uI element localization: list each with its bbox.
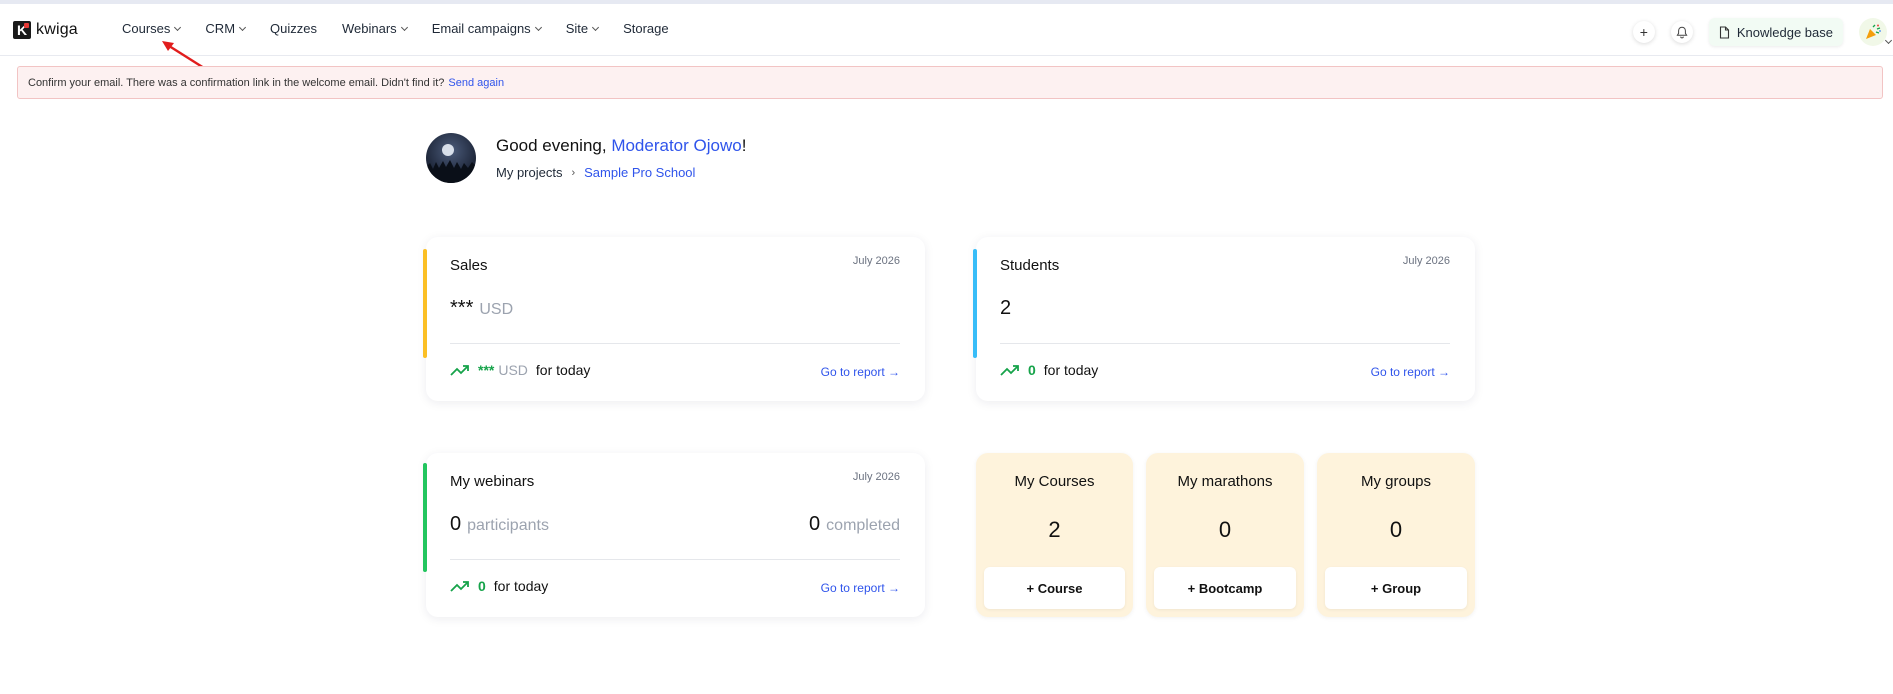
add-button[interactable]: + <box>1632 21 1655 43</box>
webinars-go-to-report-link[interactable]: Go to report → <box>821 581 900 595</box>
knowledge-base-button[interactable]: Knowledge base <box>1708 18 1843 46</box>
sales-date: July 2026 <box>852 255 900 267</box>
main-menu: Courses CRM Quizzes Webinars Email campa… <box>122 21 694 36</box>
webinars-card: My webinars July 2026 0 participants 0 com… <box>423 453 925 617</box>
nav-item-label: Webinars <box>342 21 397 36</box>
greeting-exclaim: ! <box>741 136 747 155</box>
my-groups-tile: My groups 0 + Group <box>1317 453 1475 617</box>
students-title: Students <box>1000 257 1060 274</box>
nav-item-label: Email campaigns <box>431 21 531 36</box>
breadcrumb-my-projects[interactable]: My projects <box>496 165 562 180</box>
webinars-completed-label: completed <box>826 517 900 534</box>
top-navbar: K kwiga Courses CRM Quizzes Webinars Ema… <box>0 4 1893 70</box>
chevron-right-icon: › <box>571 166 576 179</box>
my-marathons-title: My marathons <box>1177 473 1273 490</box>
sales-today: *** USD for today <box>450 362 590 378</box>
sales-currency: USD <box>479 301 514 318</box>
knowledge-base-label: Knowledge base <box>1736 24 1833 40</box>
students-divider <box>1000 343 1450 344</box>
nav-item-courses[interactable]: Courses <box>122 21 182 36</box>
nav-item-label: Courses <box>122 21 171 36</box>
chevron-down-icon <box>592 23 600 31</box>
webinars-participants-value: 0 <box>450 513 462 535</box>
webinars-today: 0 for today <box>450 578 548 594</box>
brand-logo[interactable]: K kwiga <box>13 20 78 40</box>
send-again-link[interactable]: Send again <box>448 77 504 89</box>
nav-item-label: CRM <box>205 21 236 36</box>
add-course-button[interactable]: + Course <box>984 567 1125 609</box>
night-moon-avatar-icon <box>426 133 476 183</box>
greeting-text: Good evening, <box>496 136 612 155</box>
students-date: July 2026 <box>1402 255 1450 267</box>
webinars-completed: 0 completed <box>809 513 900 536</box>
webinars-divider <box>450 559 900 560</box>
nav-item-webinars[interactable]: Webinars <box>342 21 408 36</box>
webinars-accent-bar <box>423 463 427 572</box>
nav-item-storage[interactable]: Storage <box>623 21 669 36</box>
webinars-title: My webinars <box>450 473 535 490</box>
webinars-today-value: 0 <box>478 578 486 594</box>
document-icon <box>1719 25 1729 39</box>
nav-item-crm[interactable]: CRM <box>205 21 247 36</box>
webinars-date: July 2026 <box>852 471 900 483</box>
webinars-completed-value: 0 <box>809 513 821 535</box>
sales-go-to-report-link[interactable]: Go to report → <box>821 365 900 379</box>
sales-today-label: for today <box>535 362 591 378</box>
kwiga-logo-icon: K <box>13 21 31 39</box>
students-value: 2 <box>1000 297 1012 319</box>
add-group-button[interactable]: + Group <box>1325 567 1467 609</box>
students-today-value: 0 <box>1028 362 1036 378</box>
my-groups-title: My groups <box>1360 473 1432 490</box>
nav-item-site[interactable]: Site <box>565 21 600 36</box>
my-courses-title: My Courses <box>1014 473 1095 490</box>
nav-item-email-campaigns[interactable]: Email campaigns <box>431 21 542 36</box>
greeting-line: Good evening, Moderator Ojowo! <box>496 136 746 156</box>
sales-divider <box>450 343 900 344</box>
webinars-participants: 0 participants <box>450 513 549 536</box>
user-name-link[interactable]: Moderator Ojowo <box>611 136 741 155</box>
user-avatar-menu[interactable] <box>1859 18 1887 46</box>
trending-up-icon <box>450 581 469 592</box>
my-courses-count: 2 <box>1048 517 1061 542</box>
nav-item-label: Storage <box>623 21 669 36</box>
sales-today-currency: USD <box>498 362 528 378</box>
webinars-today-label: for today <box>493 578 549 594</box>
add-bootcamp-button[interactable]: + Bootcamp <box>1154 567 1296 609</box>
trending-up-icon <box>450 365 469 376</box>
notifications-button[interactable] <box>1670 21 1693 43</box>
students-go-to-report-link[interactable]: Go to report → <box>1371 365 1450 379</box>
students-card: Students July 2026 2 0 for today Go to re… <box>973 237 1475 401</box>
chevron-down-icon <box>238 23 247 31</box>
email-confirmation-alert: Confirm your email. There was a confirma… <box>17 66 1883 99</box>
alert-text: Confirm your email. There was a confirma… <box>28 76 445 89</box>
sales-amount: *** <box>450 297 474 319</box>
students-today-label: for today <box>1043 362 1099 378</box>
students-today: 0 for today <box>1000 362 1098 378</box>
sales-today-value: *** <box>478 362 495 378</box>
students-accent-bar <box>973 249 977 358</box>
chevron-down-icon <box>534 23 542 31</box>
breadcrumb: My projects › Sample Pro School <box>496 165 695 180</box>
my-groups-count: 0 <box>1389 517 1403 542</box>
party-popper-icon <box>1866 24 1881 39</box>
breadcrumb-current-project[interactable]: Sample Pro School <box>584 165 695 180</box>
brand-name: kwiga <box>36 21 78 38</box>
webinars-participants-label: participants <box>467 517 549 534</box>
sales-card: Sales July 2026 *** USD *** USD for today G… <box>423 237 925 401</box>
sales-value: *** USD <box>450 297 513 320</box>
my-marathons-tile: My marathons 0 + Bootcamp <box>1146 453 1304 617</box>
sales-accent-bar <box>423 249 427 358</box>
nav-item-quizzes[interactable]: Quizzes <box>270 21 317 36</box>
navbar-actions: + Knowledge base <box>1632 17 1893 47</box>
nav-item-label: Quizzes <box>270 21 317 36</box>
trending-up-icon <box>1000 365 1019 376</box>
chevron-down-icon <box>174 23 182 31</box>
nav-item-label: Site <box>565 21 589 36</box>
project-avatar <box>426 133 476 183</box>
chevron-down-icon <box>400 23 408 31</box>
sales-title: Sales <box>450 257 488 274</box>
my-marathons-count: 0 <box>1218 517 1232 542</box>
my-courses-tile: My Courses 2 + Course <box>976 453 1133 617</box>
bell-icon <box>1676 26 1688 38</box>
